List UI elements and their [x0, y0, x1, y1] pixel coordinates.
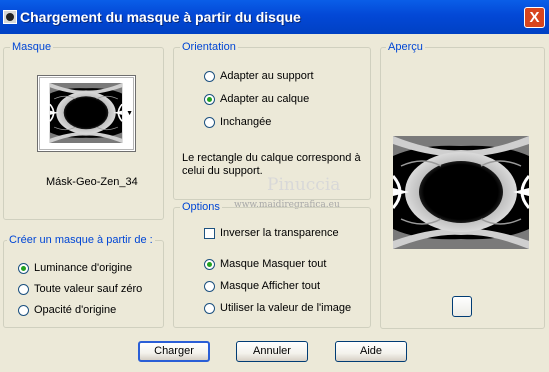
checkbox-indicator[interactable]: [204, 227, 215, 239]
app-icon: [3, 10, 17, 24]
radio-label: Masque Afficher tout: [220, 280, 321, 292]
radio-show-all[interactable]: Masque Afficher tout: [204, 280, 320, 292]
radio-image-value[interactable]: Utiliser la valeur de l'image: [204, 302, 351, 314]
create-from-legend: Créer un masque à partir de :: [7, 234, 155, 247]
radio-fit-layer[interactable]: Adapter au calque: [204, 93, 309, 105]
window-title: Chargement du masque à partir du disque: [20, 9, 301, 25]
radio-indicator[interactable]: [18, 283, 29, 295]
options-group: Options Inverser la transparence Masque …: [173, 201, 371, 328]
radio-indicator[interactable]: [18, 262, 29, 274]
watermark-name: Pinuccia: [267, 175, 341, 195]
radio-label: Adapter au support: [220, 70, 314, 82]
radio-indicator[interactable]: [204, 258, 215, 270]
radio-indicator[interactable]: [204, 280, 215, 292]
title-bar: Chargement du masque à partir du disque …: [0, 0, 549, 34]
radio-label: Luminance d'origine: [34, 262, 133, 274]
radio-indicator[interactable]: [204, 70, 215, 82]
radio-indicator[interactable]: [204, 116, 215, 128]
mask-selector[interactable]: ▼: [37, 75, 136, 152]
help-button[interactable]: Aide: [335, 341, 407, 362]
radio-label: Opacité d'origine: [34, 304, 117, 316]
radio-indicator[interactable]: [204, 302, 215, 314]
radio-opacity[interactable]: Opacité d'origine: [18, 304, 116, 316]
create-from-group: Créer un masque à partir de : Luminance …: [3, 234, 164, 328]
close-button[interactable]: X: [524, 7, 545, 28]
radio-fit-canvas[interactable]: Adapter au support: [204, 70, 314, 82]
radio-label: Utiliser la valeur de l'image: [220, 302, 352, 314]
radio-label: Toute valeur sauf zéro: [34, 283, 143, 295]
masque-group: Masque ▼ Másk-Geo-Zen_34: [3, 41, 164, 220]
mask-name-label: Másk-Geo-Zen_34: [46, 176, 138, 188]
radio-indicator[interactable]: [18, 304, 29, 316]
radio-non-zero[interactable]: Toute valeur sauf zéro: [18, 283, 142, 295]
radio-luminance[interactable]: Luminance d'origine: [18, 262, 132, 274]
radio-indicator[interactable]: [204, 93, 215, 105]
mask-preview-image: [393, 136, 529, 249]
checkbox-label: Inverser la transparence: [220, 227, 339, 239]
invert-transparency-checkbox[interactable]: Inverser la transparence: [204, 227, 339, 239]
radio-hide-all[interactable]: Masque Masquer tout: [204, 258, 326, 270]
preview-toggle-button[interactable]: [452, 296, 472, 317]
radio-label: Masque Masquer tout: [220, 258, 327, 270]
load-button[interactable]: Charger: [138, 341, 210, 362]
masque-legend: Masque: [10, 41, 54, 54]
preview-legend: Aperçu: [386, 41, 425, 54]
mask-thumbnail-image: [48, 83, 124, 143]
chevron-down-icon[interactable]: ▼: [126, 110, 133, 117]
radio-label: Adapter au calque: [220, 93, 310, 105]
orientation-legend: Orientation: [180, 41, 238, 54]
cancel-button[interactable]: Annuler: [236, 341, 308, 362]
radio-unchanged[interactable]: Inchangée: [204, 116, 271, 128]
options-legend: Options: [180, 201, 222, 214]
radio-label: Inchangée: [220, 116, 272, 128]
dialog-body: Masque ▼ Másk-Geo-Zen_34 Créer un masque…: [0, 34, 549, 372]
